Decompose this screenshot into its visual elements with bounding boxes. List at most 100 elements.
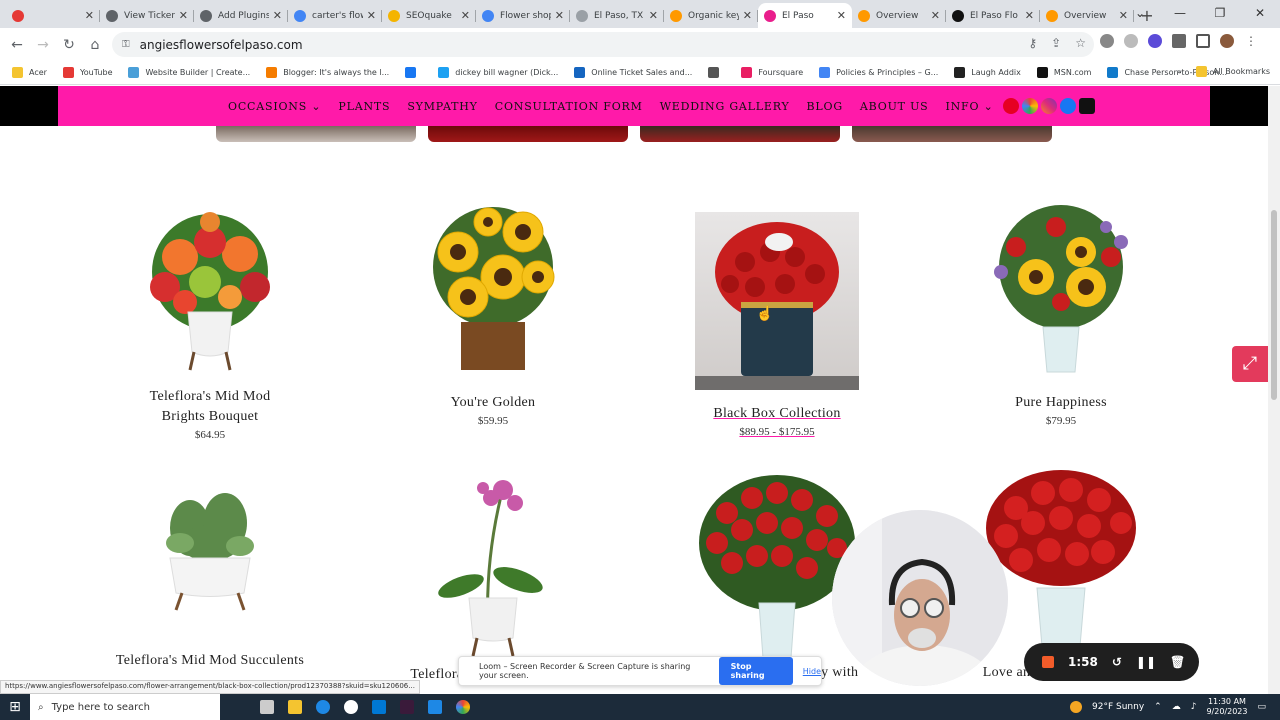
tab-close-icon[interactable]: ✕ bbox=[367, 9, 376, 22]
volume-icon[interactable]: ♪ bbox=[1191, 702, 1197, 712]
product-image[interactable] bbox=[961, 202, 1161, 382]
browser-tab[interactable]: Add Plugins ✕ bbox=[194, 3, 288, 28]
bookmark-item[interactable]: Acer bbox=[12, 67, 47, 78]
extension-color-icon[interactable] bbox=[1148, 34, 1162, 48]
chrome-alt-icon[interactable] bbox=[344, 700, 358, 714]
bookmark-item[interactable]: Laugh Addix bbox=[954, 67, 1021, 78]
browser-tab[interactable]: SEOquake ✕ bbox=[382, 3, 476, 28]
bookmark-item[interactable]: YouTube bbox=[62, 67, 112, 78]
tab-close-icon[interactable]: ✕ bbox=[85, 9, 94, 22]
site-info-icon[interactable]: ⚿ bbox=[122, 39, 130, 50]
tab-close-icon[interactable]: ✕ bbox=[649, 9, 658, 22]
instagram-icon[interactable] bbox=[1040, 98, 1057, 114]
product-name[interactable]: Teleflora's Mid Mod bbox=[110, 387, 310, 407]
browser-tab[interactable]: View Ticker ✕ bbox=[100, 3, 194, 28]
browser-tab[interactable]: El Paso, TX ✕ bbox=[570, 3, 664, 28]
pinterest-icon[interactable] bbox=[1002, 98, 1019, 114]
edge-icon[interactable] bbox=[316, 700, 330, 714]
stop-sharing-button[interactable]: Stop sharing bbox=[718, 657, 793, 685]
maximize-button[interactable]: ❐ bbox=[1200, 0, 1240, 28]
hide-link[interactable]: Hide bbox=[803, 667, 821, 676]
bookmarks-overflow-icon[interactable]: » bbox=[1177, 67, 1182, 76]
browser-tab[interactable]: ✕ bbox=[6, 3, 100, 28]
browser-tab[interactable]: Overview ✕ bbox=[852, 3, 946, 28]
product-card[interactable]: You're Golden $59.95 bbox=[393, 202, 593, 427]
browser-tab[interactable]: Flower shop ✕ bbox=[476, 3, 570, 28]
tab-close-icon[interactable]: ✕ bbox=[273, 9, 282, 22]
page-scrollbar[interactable] bbox=[1268, 86, 1280, 694]
product-card[interactable]: Black Box Collection $89.95 - $175.95 ☝ bbox=[677, 202, 877, 438]
forward-button[interactable]: → bbox=[30, 37, 56, 53]
bookmark-item[interactable] bbox=[708, 67, 725, 78]
stop-record-icon[interactable] bbox=[1042, 656, 1054, 668]
bookmark-item[interactable]: MSN.com bbox=[1036, 67, 1091, 78]
product-name[interactable]: Black Box Collection bbox=[677, 404, 877, 424]
product-card[interactable]: Teleflora's Mid Mod Orchid bbox=[393, 468, 593, 685]
dreamweaver-icon[interactable] bbox=[400, 700, 414, 714]
nav-plants[interactable]: PLANTS bbox=[338, 100, 390, 113]
scrollbar-thumb[interactable] bbox=[1271, 210, 1277, 400]
bookmark-star-icon[interactable]: ☆ bbox=[1075, 36, 1086, 50]
product-card[interactable]: Teleflora's Mid Mod Brights Bouquet $64.… bbox=[110, 202, 310, 441]
nav-sympathy[interactable]: SYMPATHY bbox=[407, 100, 477, 113]
browser-tab[interactable]: Organic key ✕ bbox=[664, 3, 758, 28]
tiktok-icon[interactable] bbox=[1078, 98, 1095, 114]
all-bookmarks[interactable]: » All Bookmarks bbox=[1177, 66, 1270, 77]
prev-product-image[interactable] bbox=[428, 126, 628, 142]
browser-tab[interactable]: carter's flow ✕ bbox=[288, 3, 382, 28]
start-button[interactable]: ⊞ bbox=[0, 699, 30, 715]
product-image[interactable] bbox=[393, 468, 593, 658]
task-view-icon[interactable] bbox=[260, 700, 274, 714]
back-button[interactable]: ← bbox=[4, 37, 30, 53]
browser-tab[interactable]: El Paso ✕ bbox=[758, 3, 852, 28]
product-name[interactable]: You're Golden bbox=[393, 393, 593, 413]
tab-close-icon[interactable]: ✕ bbox=[1025, 9, 1034, 22]
nav-info[interactable]: INFO ⌄ bbox=[945, 100, 993, 113]
notifications-icon[interactable]: ▭ bbox=[1257, 702, 1266, 712]
share-float-button[interactable]: ⤢ bbox=[1232, 346, 1268, 382]
product-image[interactable] bbox=[695, 212, 859, 390]
weather-text[interactable]: 92°F Sunny bbox=[1092, 702, 1144, 712]
bookmark-item[interactable]: Policies & Principles – G... bbox=[819, 67, 938, 78]
menu-kebab-icon[interactable]: ⋮ bbox=[1244, 34, 1258, 48]
bookmark-item[interactable]: dickey bill wagner (Dick... bbox=[438, 67, 558, 78]
bookmark-item[interactable] bbox=[405, 67, 422, 78]
restart-icon[interactable]: ↺ bbox=[1112, 655, 1122, 669]
store-icon[interactable] bbox=[372, 700, 386, 714]
product-image[interactable] bbox=[110, 468, 310, 638]
key-icon[interactable]: ⚷ bbox=[1028, 36, 1037, 50]
trash-icon[interactable]: 🗑 bbox=[1170, 655, 1185, 669]
side-panel-icon[interactable] bbox=[1196, 34, 1210, 48]
product-name[interactable]: Teleflora's Mid Mod Succulents bbox=[110, 651, 310, 671]
facebook-icon[interactable] bbox=[1059, 98, 1076, 114]
tab-close-icon[interactable]: ✕ bbox=[179, 9, 188, 22]
bookmark-item[interactable]: Website Builder | Create... bbox=[128, 67, 250, 78]
nav-occasions[interactable]: OCCASIONS ⌄ bbox=[228, 100, 321, 113]
network-icon[interactable]: ☁ bbox=[1172, 702, 1181, 712]
tray-overflow-icon[interactable]: ⌃ bbox=[1154, 702, 1162, 712]
close-window-button[interactable]: ✕ bbox=[1240, 0, 1280, 28]
reload-button[interactable]: ↻ bbox=[56, 37, 82, 53]
clock[interactable]: 11:30 AM 9/20/2023 bbox=[1206, 697, 1247, 717]
bookmark-item[interactable]: Blogger: It's always the l... bbox=[266, 67, 389, 78]
profile-avatar[interactable] bbox=[1220, 34, 1234, 48]
product-name[interactable]: Pure Happiness bbox=[961, 393, 1161, 413]
product-card[interactable]: Teleflora's Mid Mod Succulents bbox=[110, 468, 310, 671]
product-card[interactable]: Pure Happiness $79.95 bbox=[961, 202, 1161, 427]
chrome-icon[interactable] bbox=[456, 700, 470, 714]
tab-close-icon[interactable]: ✕ bbox=[743, 9, 752, 22]
address-bar[interactable]: ⚿ angiesflowersofelpaso.com ⚷ ⇪ ☆ bbox=[112, 32, 1094, 57]
bookmark-item[interactable]: Foursquare bbox=[741, 67, 803, 78]
product-image[interactable] bbox=[110, 202, 310, 382]
nav-wedding-gallery[interactable]: WEDDING GALLERY bbox=[660, 100, 790, 113]
prev-product-image[interactable] bbox=[216, 126, 416, 142]
product-name-line2[interactable]: Brights Bouquet bbox=[110, 407, 310, 427]
tab-search-icon[interactable]: ⌄ bbox=[1120, 0, 1160, 28]
taskbar-search[interactable]: ⌕ Type here to search bbox=[30, 694, 220, 720]
minimize-button[interactable]: — bbox=[1160, 0, 1200, 28]
file-explorer-icon[interactable] bbox=[288, 700, 302, 714]
google-icon[interactable] bbox=[1021, 98, 1038, 114]
nav-about-us[interactable]: ABOUT US bbox=[860, 100, 929, 113]
bookmark-item[interactable]: Online Ticket Sales and... bbox=[574, 67, 692, 78]
tab-close-icon[interactable]: ✕ bbox=[931, 9, 940, 22]
